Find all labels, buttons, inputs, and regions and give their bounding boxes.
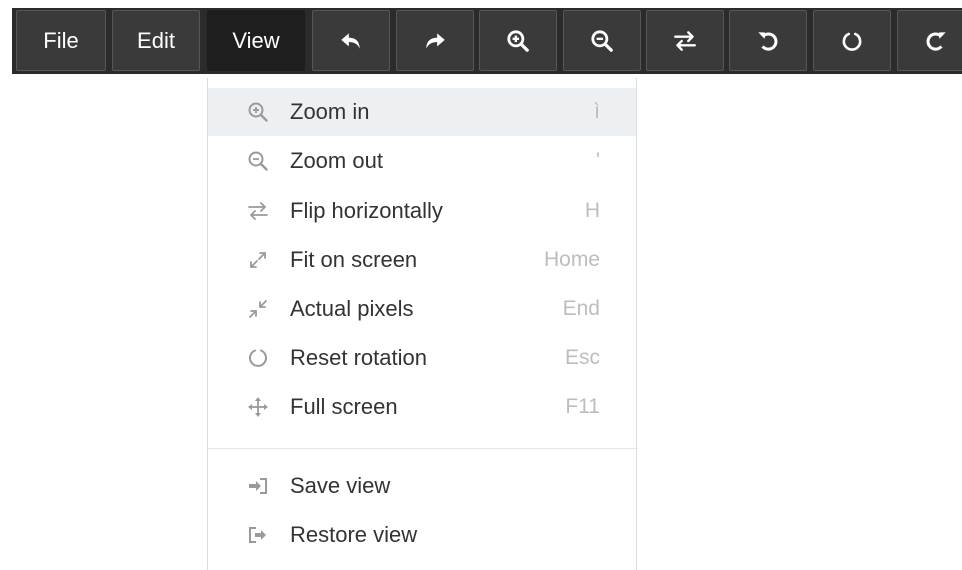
view-menu-label: View [232, 27, 280, 53]
image-viewer-app: File Edit View Zoom in ì Zoom out ' Flip… [0, 0, 962, 570]
flip-horizontal-icon [246, 199, 270, 223]
zoom-in-icon [246, 100, 270, 124]
rotate-left-icon [755, 28, 781, 54]
menu-item-full-screen[interactable]: Full screen F11 [208, 383, 636, 431]
compress-icon [246, 297, 270, 321]
rotate-left-button[interactable] [729, 10, 807, 71]
reset-rotation-icon [839, 28, 865, 54]
sign-in-icon [246, 474, 270, 498]
flip-horizontal-button[interactable] [646, 10, 724, 71]
menu-item-label: Reset rotation [290, 345, 427, 370]
menu-item-shortcut: ì [594, 100, 600, 123]
menu-item-shortcut: H [584, 199, 600, 222]
reset-rotation-icon [246, 346, 270, 370]
rotate-right-button[interactable] [897, 10, 962, 71]
reset-rotation-button[interactable] [813, 10, 891, 71]
menu-item-label: Save view [290, 473, 391, 498]
view-dropdown-menu: Zoom in ì Zoom out ' Flip horizontally H… [207, 78, 637, 570]
menu-item-restore-view[interactable]: Restore view [208, 511, 636, 559]
menu-item-label: Restore view [290, 522, 418, 547]
rotate-right-icon [923, 28, 949, 54]
zoom-out-button[interactable] [563, 10, 641, 71]
menu-item-shortcut: Home [543, 248, 600, 271]
menu-item-label: Actual pixels [290, 296, 414, 321]
redo-icon [422, 28, 448, 54]
undo-button[interactable] [312, 10, 390, 71]
redo-button[interactable] [396, 10, 474, 71]
view-menu-button[interactable]: View [207, 10, 305, 71]
menu-item-reset-rotation[interactable]: Reset rotation Esc [208, 334, 636, 382]
edit-menu-label: Edit [137, 27, 175, 53]
sign-out-icon [246, 523, 270, 547]
menu-item-shortcut: F11 [565, 395, 600, 418]
menu-item-shortcut: Esc [564, 346, 600, 369]
menu-item-flip-horizontally[interactable]: Flip horizontally H [208, 187, 636, 235]
menu-item-label: Flip horizontally [290, 198, 443, 223]
menu-item-shortcut: End [562, 297, 600, 320]
zoom-out-icon [246, 149, 270, 173]
menu-item-zoom-in[interactable]: Zoom in ì [208, 88, 636, 136]
menu-item-zoom-out[interactable]: Zoom out ' [208, 137, 636, 185]
zoom-in-icon [505, 28, 531, 54]
toolbar: File Edit View [0, 0, 962, 78]
menu-divider [208, 448, 636, 449]
menu-item-label: Full screen [290, 394, 398, 419]
menu-item-label: Zoom out [290, 148, 383, 173]
menu-item-fit-on-screen[interactable]: Fit on screen Home [208, 236, 636, 284]
file-menu-label: File [43, 27, 79, 53]
menu-item-label: Zoom in [290, 99, 370, 124]
undo-icon [338, 28, 364, 54]
zoom-in-button[interactable] [479, 10, 557, 71]
menu-item-save-view[interactable]: Save view [208, 462, 636, 510]
edit-menu-button[interactable]: Edit [112, 10, 200, 71]
menu-item-shortcut: ' [595, 149, 600, 172]
menu-item-actual-pixels[interactable]: Actual pixels End [208, 285, 636, 333]
expand-icon [246, 248, 270, 272]
file-menu-button[interactable]: File [16, 10, 106, 71]
zoom-out-icon [589, 28, 615, 54]
menu-item-label: Fit on screen [290, 247, 418, 272]
move-arrows-icon [246, 395, 270, 419]
flip-horizontal-icon [672, 28, 698, 54]
